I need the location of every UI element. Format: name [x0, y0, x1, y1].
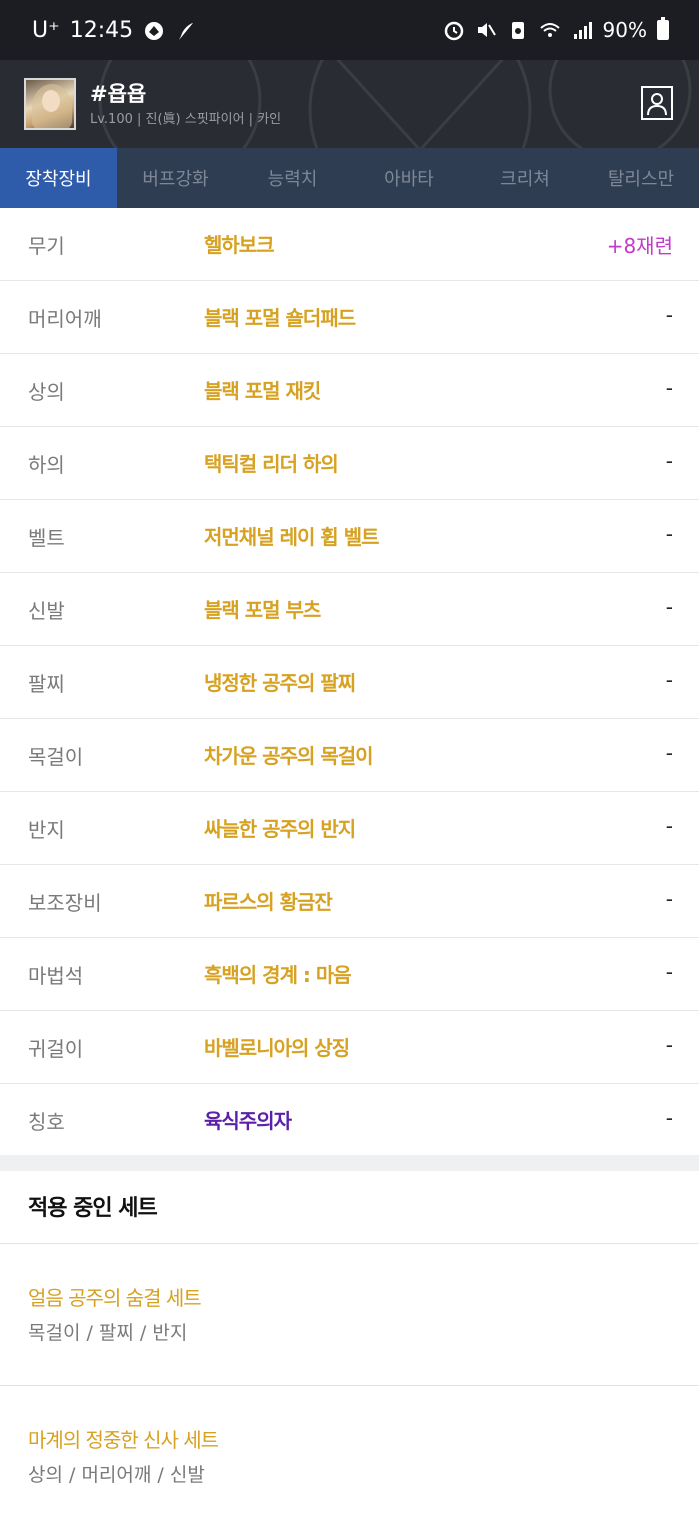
refine-value: - [665, 814, 673, 838]
status-right: 90% [443, 17, 669, 42]
refine-value: - [665, 303, 673, 327]
character-header: #욥욥 Lv.100 | 진(眞) 스핏파이어 | 카인 [0, 60, 699, 148]
item-name: 차가운 공주의 목걸이 [204, 744, 374, 768]
refine-value: - [665, 1033, 673, 1057]
item-name: 싸늘한 공주의 반지 [204, 817, 356, 841]
item-name: 육식주의자 [204, 1109, 292, 1133]
item-name: 냉정한 공주의 팔찌 [204, 671, 356, 695]
battery-icon [657, 17, 669, 40]
tab-bar: 장착장비 버프강화 능력치 아바타 크리쳐 탈리스만 [0, 148, 699, 208]
slot-label: 목걸이 [28, 745, 84, 769]
equipment-row-bracelet[interactable]: 팔찌 냉정한 공주의 팔찌 - [0, 646, 699, 719]
slot-label: 상의 [28, 380, 65, 404]
slot-label: 벨트 [28, 526, 65, 550]
set-parts-2: 상의 / 머리어깨 / 신발 [28, 1464, 205, 1486]
refine-value: - [665, 1106, 673, 1130]
refine-value: - [665, 668, 673, 692]
set-parts-1: 목걸이 / 팔찌 / 반지 [28, 1322, 188, 1344]
set-name-1[interactable]: 얼음 공주의 숨결 세트 [28, 1282, 202, 1311]
equipment-row-shoes[interactable]: 신발 블랙 포멀 부츠 - [0, 573, 699, 646]
divider [0, 1385, 699, 1386]
item-name: 헬하보크 [204, 233, 275, 257]
status-bar: U⁺ 12:45 90% [0, 0, 699, 60]
equipment-row-support[interactable]: 보조장비 파르스의 황금잔 - [0, 865, 699, 938]
equipment-list: 무기 헬하보크 +8재련 머리어깨 블랙 포멀 숄더패드 - 상의 블랙 포멀 … [0, 208, 699, 1157]
carrier-label: U⁺ [32, 18, 60, 43]
active-sets-heading: 적용 중인 세트 [28, 1196, 158, 1221]
slot-label: 칭호 [28, 1110, 65, 1134]
refine-value: - [665, 887, 673, 911]
equipment-row-shoulder[interactable]: 머리어깨 블랙 포멀 숄더패드 - [0, 281, 699, 354]
section-separator [0, 1155, 699, 1171]
tab-equipment[interactable]: 장착장비 [0, 148, 117, 208]
set-name-2[interactable]: 마계의 정중한 신사 세트 [28, 1424, 219, 1453]
equipment-row-earring[interactable]: 귀걸이 바벨로니아의 상징 - [0, 1011, 699, 1084]
item-name: 흑백의 경계 : 마음 [204, 963, 352, 987]
equipment-row-bottom[interactable]: 하의 택틱컬 리더 하의 - [0, 427, 699, 500]
slot-label: 귀걸이 [28, 1037, 84, 1061]
slot-label: 마법석 [28, 964, 84, 988]
character-info: Lv.100 | 진(眞) 스핏파이어 | 카인 [90, 112, 282, 127]
character-name: #욥욥 [90, 82, 147, 106]
tab-avatar[interactable]: 아바타 [351, 148, 467, 208]
equipment-row-weapon[interactable]: 무기 헬하보크 +8재련 [0, 208, 699, 281]
refine-value: - [665, 449, 673, 473]
refine-value: - [665, 741, 673, 765]
profile-icon[interactable] [641, 86, 673, 120]
refine-value: - [665, 376, 673, 400]
tab-talisman[interactable]: 탈리스만 [583, 148, 699, 208]
feather-icon [175, 20, 197, 42]
slot-label: 신발 [28, 599, 65, 623]
slot-label: 반지 [28, 818, 65, 842]
tab-creature[interactable]: 크리쳐 [467, 148, 583, 208]
battery-saver-icon [507, 19, 529, 41]
refine-value: - [665, 595, 673, 619]
refine-value: +8재련 [606, 234, 673, 258]
clock: 12:45 [69, 18, 134, 43]
equipment-row-necklace[interactable]: 목걸이 차가운 공주의 목걸이 - [0, 719, 699, 792]
item-name: 블랙 포멀 재킷 [204, 379, 321, 403]
status-left: U⁺ 12:45 [32, 18, 197, 43]
equipment-row-magic-stone[interactable]: 마법석 흑백의 경계 : 마음 - [0, 938, 699, 1011]
item-name: 블랙 포멀 부츠 [204, 598, 321, 622]
refine-value: - [665, 960, 673, 984]
equipment-row-top[interactable]: 상의 블랙 포멀 재킷 - [0, 354, 699, 427]
item-name: 저먼채널 레이 휩 벨트 [204, 525, 379, 549]
item-name: 바벨로니아의 상징 [204, 1036, 350, 1060]
slot-label: 보조장비 [28, 891, 102, 915]
tab-stats[interactable]: 능력치 [234, 148, 351, 208]
slot-label: 팔찌 [28, 672, 65, 696]
item-name: 택틱컬 리더 하의 [204, 452, 339, 476]
wifi-icon [539, 19, 561, 41]
item-name: 블랙 포멀 숄더패드 [204, 306, 356, 330]
slot-label: 하의 [28, 453, 65, 477]
alarm-icon [443, 19, 465, 41]
equipment-row-title[interactable]: 칭호 육식주의자 - [0, 1084, 699, 1157]
cell-signal-icon [571, 19, 593, 41]
refine-value: - [665, 522, 673, 546]
mute-icon [475, 19, 497, 41]
equipment-row-ring[interactable]: 반지 싸늘한 공주의 반지 - [0, 792, 699, 865]
item-name: 파르스의 황금잔 [204, 890, 333, 914]
slot-label: 무기 [28, 234, 65, 258]
battery-percent: 90% [602, 18, 647, 42]
equipment-row-belt[interactable]: 벨트 저먼채널 레이 휩 벨트 - [0, 500, 699, 573]
avatar [24, 78, 76, 130]
signal-app-icon [143, 20, 165, 42]
divider [0, 1243, 699, 1244]
slot-label: 머리어깨 [28, 307, 102, 331]
tab-buff[interactable]: 버프강화 [117, 148, 234, 208]
